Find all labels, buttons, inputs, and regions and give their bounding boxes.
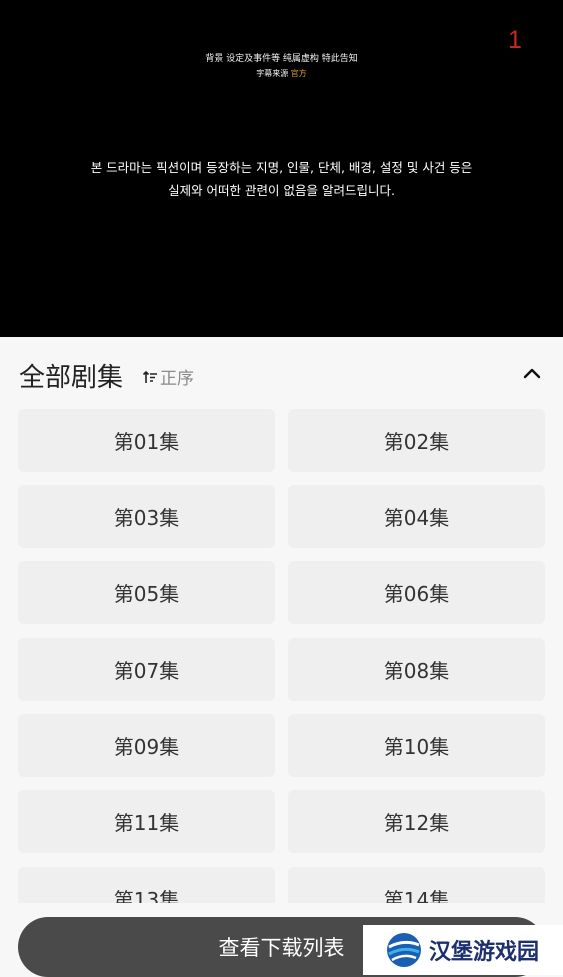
globe-logo-icon — [387, 933, 421, 967]
episode-button[interactable]: 第04集 — [288, 485, 545, 548]
disclaimer-kr-line1: 본 드라마는 픽션이며 등장하는 지명, 인물, 단체, 배경, 설정 및 사건… — [90, 160, 473, 175]
episode-grid: 第01集 第02集 第03集 第04集 第05集 第06集 第07集 第08集 … — [18, 409, 545, 903]
subtitle-source-label: 字幕来源 — [256, 69, 289, 78]
episode-button[interactable]: 第03集 — [18, 485, 275, 548]
video-player[interactable]: 背景 设定及事件等 纯属虚构 特此告知 字幕来源 官方 본 드라마는 픽션이며 … — [0, 0, 563, 337]
episode-button[interactable]: 第08集 — [288, 638, 545, 701]
download-list-label: 查看下载列表 — [218, 936, 345, 960]
chevron-up-icon — [523, 368, 541, 379]
episode-button[interactable]: 第13集 — [18, 867, 275, 903]
episode-button[interactable]: 第11集 — [18, 790, 275, 853]
episode-button[interactable]: 第05集 — [18, 561, 275, 624]
subtitle-notice-cn: 背景 设定及事件等 纯属虚构 特此告知 — [205, 54, 358, 64]
episode-button[interactable]: 第14集 — [288, 867, 545, 903]
watermark-logo: 汉堡游戏园 — [363, 925, 563, 975]
episode-button[interactable]: 第09集 — [18, 714, 275, 777]
sort-ascending-icon — [142, 369, 158, 385]
disclaimer-kr-line2: 실제와 어떠한 관련이 없음을 알려드립니다. — [168, 183, 395, 198]
episode-panel: 全部剧集 正序 第01集 第02集 第03集 第04集 第05集 第06集 第0… — [0, 337, 563, 975]
sort-label: 正序 — [160, 369, 194, 389]
collapse-button[interactable] — [520, 361, 544, 385]
episode-button[interactable]: 第02集 — [288, 409, 545, 472]
episode-panel-header: 全部剧集 正序 — [0, 337, 563, 409]
episode-button[interactable]: 第06集 — [288, 561, 545, 624]
panel-title: 全部剧集 — [19, 363, 124, 393]
subtitle-source-official: 官方 — [290, 69, 307, 78]
episode-button[interactable]: 第01集 — [18, 409, 275, 472]
episode-button[interactable]: 第12集 — [288, 790, 545, 853]
subtitle-source: 字幕来源 官方 — [0, 67, 563, 80]
watermark-text: 汉堡游戏园 — [429, 939, 540, 965]
episode-button[interactable]: 第07集 — [18, 638, 275, 701]
episode-button[interactable]: 第10集 — [288, 714, 545, 777]
sort-toggle[interactable]: 正序 — [142, 364, 194, 389]
episode-marker: 1 — [508, 26, 522, 54]
